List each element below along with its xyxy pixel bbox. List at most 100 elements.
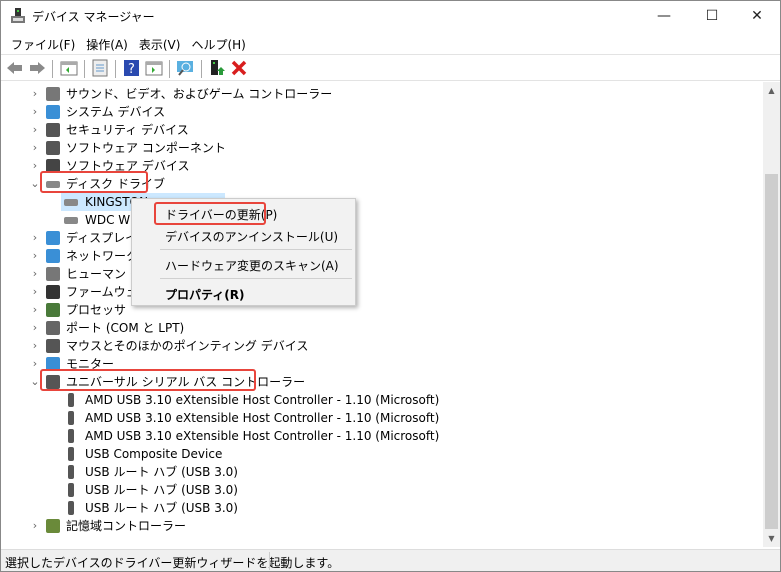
toolbar-separator [84,60,85,78]
chevron-right-icon[interactable]: › [30,355,40,373]
device-item[interactable]: USB ルート ハブ (USB 3.0) [1,481,761,499]
device-item[interactable]: AMD USB 3.10 eXtensible Host Controller … [1,409,761,427]
back-icon[interactable] [6,59,24,77]
status-divider [269,552,270,570]
device-icon [68,501,74,515]
vertical-scrollbar[interactable]: ▲ ▼ [763,82,780,547]
uninstall-icon[interactable] [230,59,248,77]
tree-item-label: ポート (COM と LPT) [66,321,185,335]
device-item[interactable]: KINGSTON [1,193,761,211]
update-driver-icon[interactable] [208,59,226,77]
tree-item-label: AMD USB 3.10 eXtensible Host Controller … [85,429,440,443]
action-pane-icon[interactable] [145,59,163,77]
category-item[interactable]: › ディスプレイ ア [1,229,761,247]
menu-bar: ファイル(F) 操作(A) 表示(V) ヘルプ(H) [1,32,780,54]
svg-text:?: ? [128,62,135,77]
menu-separator [160,278,352,279]
tree-item-label: ソフトウェア コンポーネント [66,141,226,155]
menu-help[interactable]: ヘルプ(H) [187,32,252,54]
chevron-right-icon[interactable]: › [30,121,40,139]
category-item[interactable]: › サウンド、ビデオ、およびゲーム コントローラー [1,85,761,103]
category-item[interactable]: › 記憶域コントローラー [1,517,761,535]
device-item[interactable]: USB Composite Device [1,445,761,463]
forward-icon[interactable] [28,59,46,77]
device-icon [46,339,60,353]
chevron-right-icon[interactable]: › [30,517,40,535]
menu-separator [160,249,352,250]
device-icon [68,393,74,407]
chevron-right-icon[interactable]: › [30,85,40,103]
device-icon [68,411,74,425]
menu-file[interactable]: ファイル(F) [7,32,82,54]
scroll-down-icon[interactable]: ▼ [763,530,780,547]
device-manager-icon [11,8,25,23]
category-item[interactable]: › ネットワーク ア [1,247,761,265]
category-item[interactable]: › ソフトウェア コンポーネント [1,139,761,157]
chevron-right-icon[interactable]: › [30,139,40,157]
close-button[interactable]: ✕ [734,1,780,31]
device-item[interactable]: USB ルート ハブ (USB 3.0) [1,499,761,517]
highlight-box [40,171,148,193]
device-icon [46,285,60,299]
device-icon [68,429,74,443]
chevron-right-icon[interactable]: › [30,229,40,247]
device-icon [46,303,60,317]
tree-item-label: USB Composite Device [85,447,223,461]
scan-hardware-icon[interactable] [176,59,194,77]
tree-item-label: システム デバイス [66,105,166,119]
device-icon [46,231,60,245]
toolbar: ? [1,54,780,81]
toolbar-separator [201,60,202,78]
category-item[interactable]: › システム デバイス [1,103,761,121]
menu-item-uninstall-device[interactable]: デバイスのアンインストール(U) [165,228,338,245]
device-icon [46,87,60,101]
scrollbar-thumb[interactable] [765,174,778,529]
chevron-right-icon[interactable]: › [30,301,40,319]
minimize-button[interactable]: — [641,1,687,31]
chevron-right-icon[interactable]: › [30,157,40,175]
menu-view[interactable]: 表示(V) [135,32,188,54]
category-item[interactable]: › ヒューマン イン [1,265,761,283]
menu-action[interactable]: 操作(A) [82,32,135,54]
device-icon [68,483,74,497]
device-item[interactable]: AMD USB 3.10 eXtensible Host Controller … [1,391,761,409]
context-menu: ドライバーの更新(P) デバイスのアンインストール(U) ハードウェア変更のスキ… [131,198,356,306]
category-item[interactable]: › ファームウェア [1,283,761,301]
chevron-right-icon[interactable]: › [30,103,40,121]
help-icon[interactable]: ? [123,59,141,77]
category-item[interactable]: › マウスとそのほかのポインティング デバイス [1,337,761,355]
show-hide-console-tree-icon[interactable] [60,59,78,77]
chevron-right-icon[interactable]: › [30,337,40,355]
tree-item-label: USB ルート ハブ (USB 3.0) [85,483,238,497]
device-item[interactable]: WDC WD [1,211,761,229]
category-item[interactable]: › ポート (COM と LPT) [1,319,761,337]
category-item[interactable]: › セキュリティ デバイス [1,121,761,139]
chevron-right-icon[interactable]: › [30,319,40,337]
tree-item-label: プロセッサ [66,303,127,317]
device-icon [64,217,78,224]
device-icon [46,267,60,281]
device-icon [46,519,60,533]
properties-icon[interactable] [91,59,109,77]
chevron-right-icon[interactable]: › [30,283,40,301]
tree-item-label: 記憶域コントローラー [66,519,187,533]
category-item[interactable]: › プロセッサ [1,301,761,319]
tree-item-label: USB ルート ハブ (USB 3.0) [85,501,238,515]
toolbar-separator [52,60,53,78]
menu-item-properties[interactable]: プロパティ(R) [165,286,245,303]
toolbar-separator [115,60,116,78]
maximize-button[interactable]: ☐ [689,1,735,31]
chevron-down-icon[interactable]: ⌄ [30,175,40,193]
menu-item-scan-hardware[interactable]: ハードウェア変更のスキャン(A) [165,257,339,274]
device-item[interactable]: AMD USB 3.10 eXtensible Host Controller … [1,427,761,445]
device-tree[interactable]: › サウンド、ビデオ、およびゲーム コントローラー › システム デバイス › セキュリテ… [1,82,763,547]
device-item[interactable]: USB ルート ハブ (USB 3.0) [1,463,761,481]
device-icon [68,465,74,479]
highlight-box [40,369,256,391]
device-icon [68,447,74,461]
scroll-up-icon[interactable]: ▲ [763,82,780,99]
chevron-right-icon[interactable]: › [30,247,40,265]
status-text: 選択したデバイスのドライバー更新ウィザードを起動します。 [5,556,340,570]
chevron-down-icon[interactable]: ⌄ [30,373,40,391]
chevron-right-icon[interactable]: › [30,265,40,283]
